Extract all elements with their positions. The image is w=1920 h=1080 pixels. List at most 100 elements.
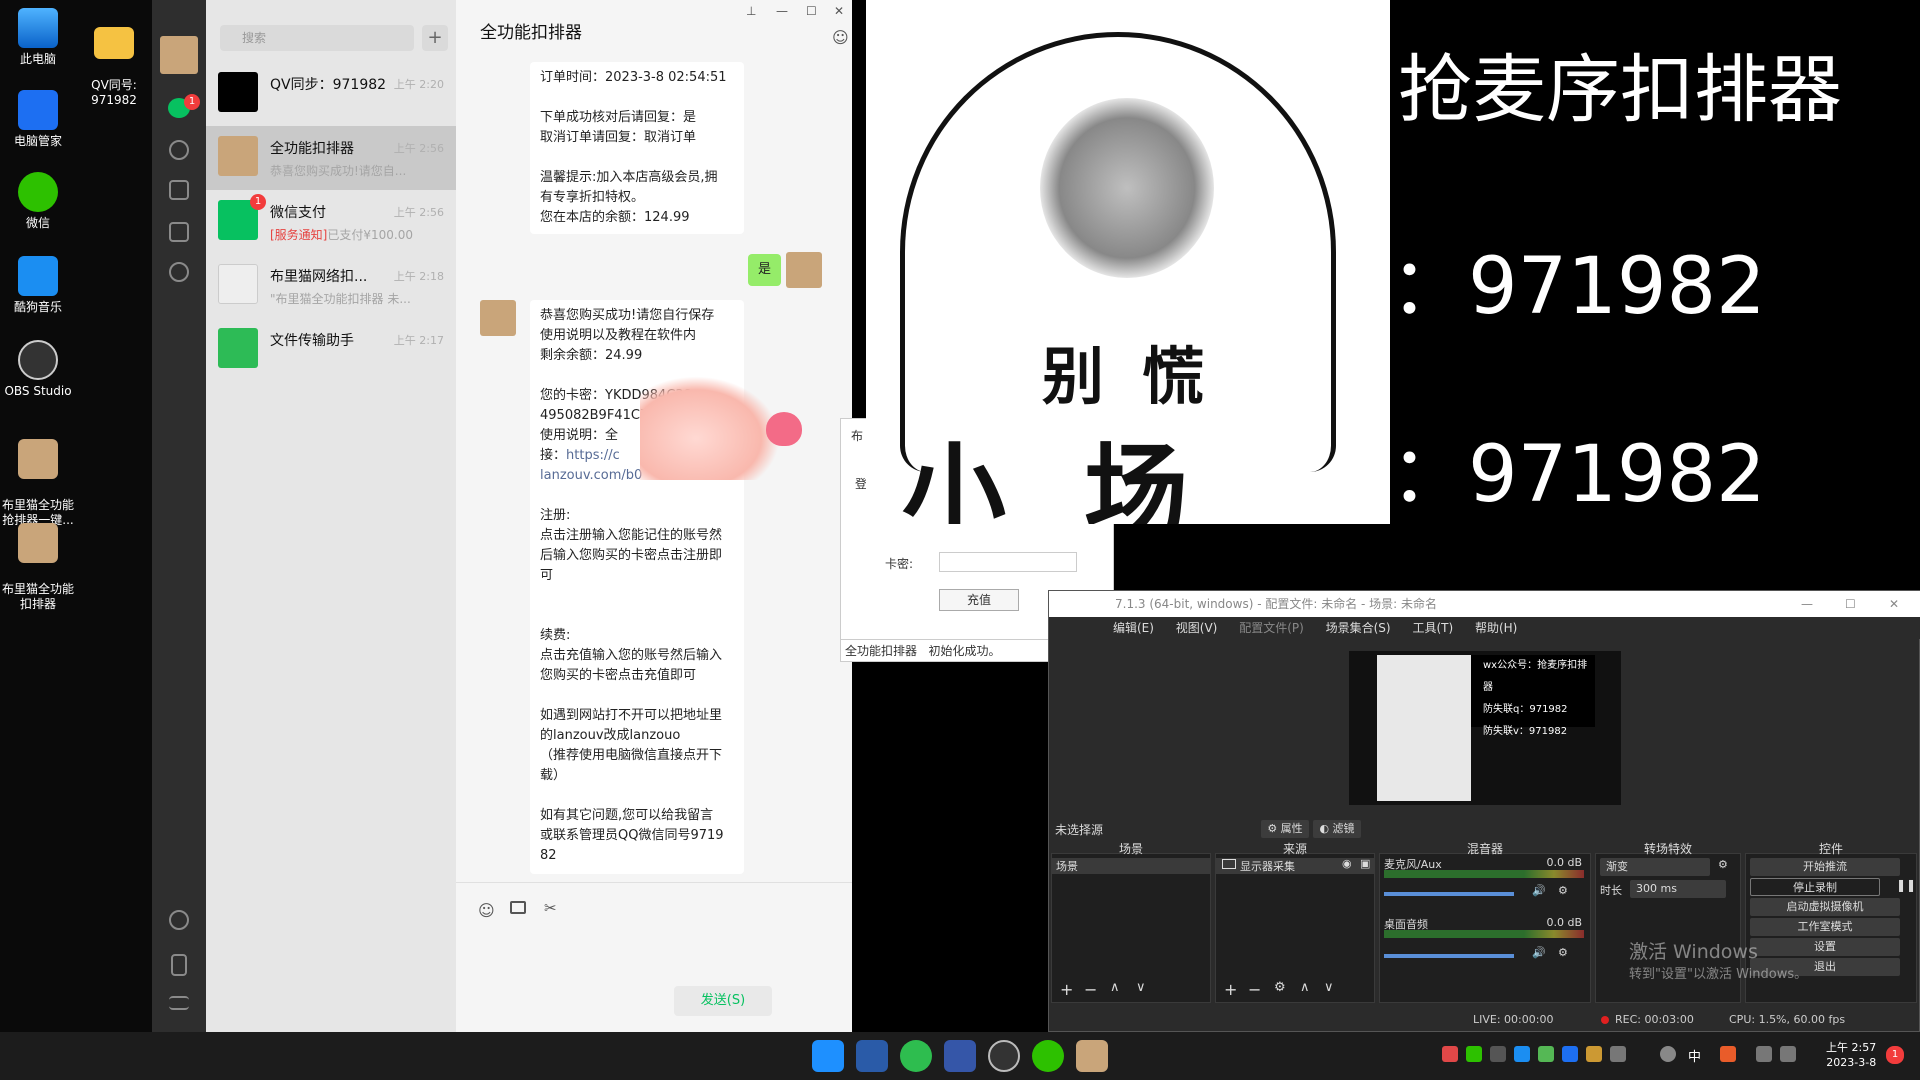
up-icon[interactable]: ∧	[1110, 980, 1120, 995]
obs-icon[interactable]	[988, 1040, 1020, 1072]
folder-icon[interactable]	[510, 901, 526, 914]
add-button[interactable]: +	[422, 25, 448, 51]
maximize-icon[interactable]: ☐	[1845, 591, 1856, 617]
close-icon[interactable]: ✕	[1889, 591, 1899, 617]
start-streaming-button[interactable]: 开始推流	[1750, 858, 1900, 876]
scene-item[interactable]: 场景	[1052, 858, 1210, 874]
add-icon[interactable]: +	[1224, 980, 1237, 999]
desktop-icon-pc-manager[interactable]: 电脑管家	[0, 90, 76, 149]
transition-select[interactable]: 渐变	[1600, 858, 1710, 876]
menu-profile[interactable]: 配置文件(P)	[1239, 621, 1304, 635]
microphone-icon[interactable]	[1660, 1046, 1676, 1062]
down-icon[interactable]: ∨	[1324, 980, 1334, 995]
avatar	[218, 72, 258, 112]
wechat-icon[interactable]	[1032, 1040, 1064, 1072]
tray-icon[interactable]	[1538, 1046, 1554, 1062]
conversation-item[interactable]: 文件传输助手 上午 2:17	[206, 318, 456, 382]
wechat-tray-icon[interactable]	[1466, 1046, 1482, 1062]
app-icon[interactable]	[900, 1040, 932, 1072]
tray-icon[interactable]	[1586, 1046, 1602, 1062]
menu-view[interactable]: 视图(V)	[1176, 621, 1218, 635]
scissors-icon[interactable]: ✂	[544, 899, 557, 917]
emoji-icon[interactable]: ☺	[478, 901, 495, 920]
tray-icon[interactable]	[1490, 1046, 1506, 1062]
volume-slider[interactable]	[1384, 892, 1514, 896]
minimize-icon[interactable]: —	[776, 4, 788, 18]
message-link[interactable]: https://c	[566, 448, 620, 463]
desktop-icon-folder[interactable]: QV同号: 971982	[76, 8, 152, 108]
gear-icon[interactable]: ⚙	[1274, 980, 1286, 995]
shield-tray-icon[interactable]	[1562, 1046, 1578, 1062]
avatar[interactable]	[160, 36, 198, 74]
meme-caption-small: 别慌	[1042, 340, 1243, 413]
kugou-tray-icon[interactable]	[1514, 1046, 1530, 1062]
remove-icon[interactable]: −	[1248, 980, 1261, 999]
miniprogram-icon[interactable]	[169, 910, 189, 930]
menu-help[interactable]: 帮助(H)	[1475, 621, 1517, 635]
box-icon[interactable]	[169, 180, 189, 200]
speaker-icon[interactable]: 🔊	[1532, 884, 1546, 897]
up-icon[interactable]: ∧	[1300, 980, 1310, 995]
tray-icon[interactable]	[1610, 1046, 1626, 1062]
obs-preview[interactable]: wx公众号：抢麦序扣排器 防失联q：971982 防失联v：971982	[1349, 651, 1621, 805]
desktop-icon-app2[interactable]: 布里猫全功能 扣排器	[0, 508, 76, 612]
start-icon[interactable]	[812, 1040, 844, 1072]
studio-mode-button[interactable]: 工作室模式	[1750, 918, 1900, 936]
properties-button[interactable]: ⚙ 属性	[1261, 820, 1309, 838]
down-icon[interactable]: ∨	[1136, 980, 1146, 995]
gear-icon[interactable]: ⚙	[1718, 858, 1728, 871]
virtual-camera-button[interactable]: 启动虚拟摄像机	[1750, 898, 1900, 916]
volume-slider[interactable]	[1384, 954, 1514, 958]
ime-indicator[interactable]: 中	[1688, 1046, 1701, 1065]
filters-button[interactable]: ◐ 滤镜	[1313, 820, 1361, 838]
pause-icon[interactable]: ❚❚	[1896, 878, 1916, 892]
sogou-icon[interactable]	[1720, 1046, 1736, 1062]
menu-tools[interactable]: 工具(T)	[1412, 621, 1453, 635]
desktop-icon-wechat[interactable]: 微信	[0, 172, 76, 231]
conversation-item[interactable]: 1 微信支付 上午 2:56 [服务通知]已支付¥100.00	[206, 190, 456, 254]
message-link[interactable]: lanzouv.com/b0	[540, 468, 642, 483]
menu-scene-collection[interactable]: 场景集合(S)	[1326, 621, 1391, 635]
send-button[interactable]: 发送(S)	[674, 986, 772, 1016]
minimize-icon[interactable]: —	[1801, 591, 1813, 617]
clock[interactable]: 上午 2:57 2023-3-8	[1826, 1040, 1876, 1070]
phone-icon[interactable]	[171, 954, 187, 976]
pc-manager-icon[interactable]	[856, 1040, 888, 1072]
cat-app-icon[interactable]	[1076, 1040, 1108, 1072]
menu-icon[interactable]	[169, 996, 189, 1010]
desktop-icon-kugou[interactable]: 酷狗音乐	[0, 256, 76, 315]
contacts-icon[interactable]	[169, 140, 189, 160]
moments-icon[interactable]	[169, 262, 189, 282]
gear-icon[interactable]: ⚙	[1558, 946, 1568, 959]
conversation-item[interactable]: 布里猫网络扣... 上午 2:18 "布里猫全功能扣排器 未...	[206, 254, 456, 318]
desktop-icon-obs[interactable]: OBS Studio	[0, 340, 76, 399]
recharge-button[interactable]: 充值	[939, 589, 1019, 611]
eye-icon[interactable]: ◉	[1342, 857, 1352, 870]
lock-icon[interactable]: ▣	[1360, 857, 1370, 870]
pin-icon[interactable]: ⊥	[746, 4, 756, 18]
chat-input-area[interactable]: ☺ ✂	[456, 882, 852, 1032]
maximize-icon[interactable]: ☐	[806, 4, 817, 18]
volume-icon[interactable]	[1780, 1046, 1796, 1062]
duration-input[interactable]: 300 ms	[1630, 880, 1726, 898]
file-transfer-icon	[218, 328, 258, 368]
close-icon[interactable]: ✕	[834, 4, 844, 18]
stop-recording-button[interactable]: 停止录制	[1750, 878, 1880, 896]
conversation-item-selected[interactable]: 全功能扣排器 上午 2:56 恭喜您购买成功!请您自...	[206, 126, 456, 190]
folder-icon[interactable]	[169, 222, 189, 242]
menu-edit[interactable]: 编辑(E)	[1113, 621, 1154, 635]
notification-badge[interactable]: 1	[1886, 1046, 1904, 1064]
search-input[interactable]: 搜索	[220, 25, 414, 51]
tray-icon[interactable]	[1442, 1046, 1458, 1062]
settings-button[interactable]: 设置	[1750, 938, 1900, 956]
add-icon[interactable]: +	[1060, 980, 1073, 999]
conversation-item[interactable]: QV同步：971982 上午 2:20	[206, 62, 456, 126]
gear-icon[interactable]: ⚙	[1558, 884, 1568, 897]
vs-icon[interactable]	[944, 1040, 976, 1072]
profile-icon[interactable]: ☺	[832, 28, 849, 47]
remove-icon[interactable]: −	[1084, 980, 1097, 999]
speaker-icon[interactable]: 🔊	[1532, 946, 1546, 959]
network-icon[interactable]	[1756, 1046, 1772, 1062]
card-key-input[interactable]	[939, 552, 1077, 572]
desktop-icon-this-pc[interactable]: 此电脑	[0, 8, 76, 67]
